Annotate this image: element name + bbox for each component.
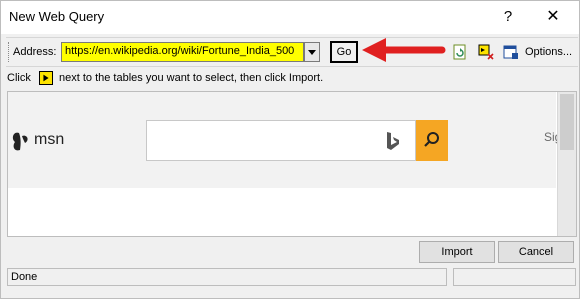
status-text: Done xyxy=(11,271,38,283)
msn-search-input[interactable] xyxy=(146,120,416,161)
bing-icon xyxy=(387,132,399,150)
toolbar-grip[interactable] xyxy=(8,42,11,62)
instruction-row: Click next to the tables you want to sel… xyxy=(7,71,567,87)
address-toolbar: Address: https://en.wikipedia.org/wiki/F… xyxy=(6,37,578,67)
msn-brand-text[interactable]: msn xyxy=(34,131,64,149)
options-label[interactable]: Options... xyxy=(525,46,572,58)
new-web-query-dialog: New Web Query ? ✕ Address: https://en.wi… xyxy=(0,0,580,299)
window-title: New Web Query xyxy=(9,9,105,24)
red-annotation-arrow xyxy=(362,38,446,62)
go-button[interactable]: Go xyxy=(330,41,358,63)
status-bar: Done xyxy=(7,268,447,286)
msn-header: msn Sign xyxy=(8,92,568,188)
options-icon[interactable] xyxy=(503,44,519,60)
title-bar: New Web Query ? ✕ xyxy=(1,1,579,34)
address-dropdown-button[interactable] xyxy=(304,42,320,62)
select-table-arrow-icon xyxy=(39,71,53,85)
cancel-button[interactable]: Cancel xyxy=(498,241,574,263)
msn-search-button[interactable] xyxy=(416,120,448,161)
address-input[interactable]: https://en.wikipedia.org/wiki/Fortune_In… xyxy=(61,42,304,62)
instruction-prefix: Click xyxy=(7,72,31,84)
scrollbar-thumb[interactable] xyxy=(560,94,574,150)
close-button[interactable]: ✕ xyxy=(541,5,565,29)
address-label: Address: xyxy=(13,46,57,58)
refresh-icon[interactable] xyxy=(452,44,468,60)
import-button[interactable]: Import xyxy=(419,241,495,263)
msn-butterfly-icon[interactable] xyxy=(10,130,32,154)
instruction-text: next to the tables you want to select, t… xyxy=(59,72,324,84)
status-bar-progress xyxy=(453,268,576,286)
web-preview-pane[interactable]: msn Sign xyxy=(7,91,577,237)
save-query-icon[interactable] xyxy=(478,44,494,60)
help-button[interactable]: ? xyxy=(496,5,520,29)
search-icon xyxy=(424,132,439,147)
web-vertical-scrollbar[interactable] xyxy=(557,92,576,236)
